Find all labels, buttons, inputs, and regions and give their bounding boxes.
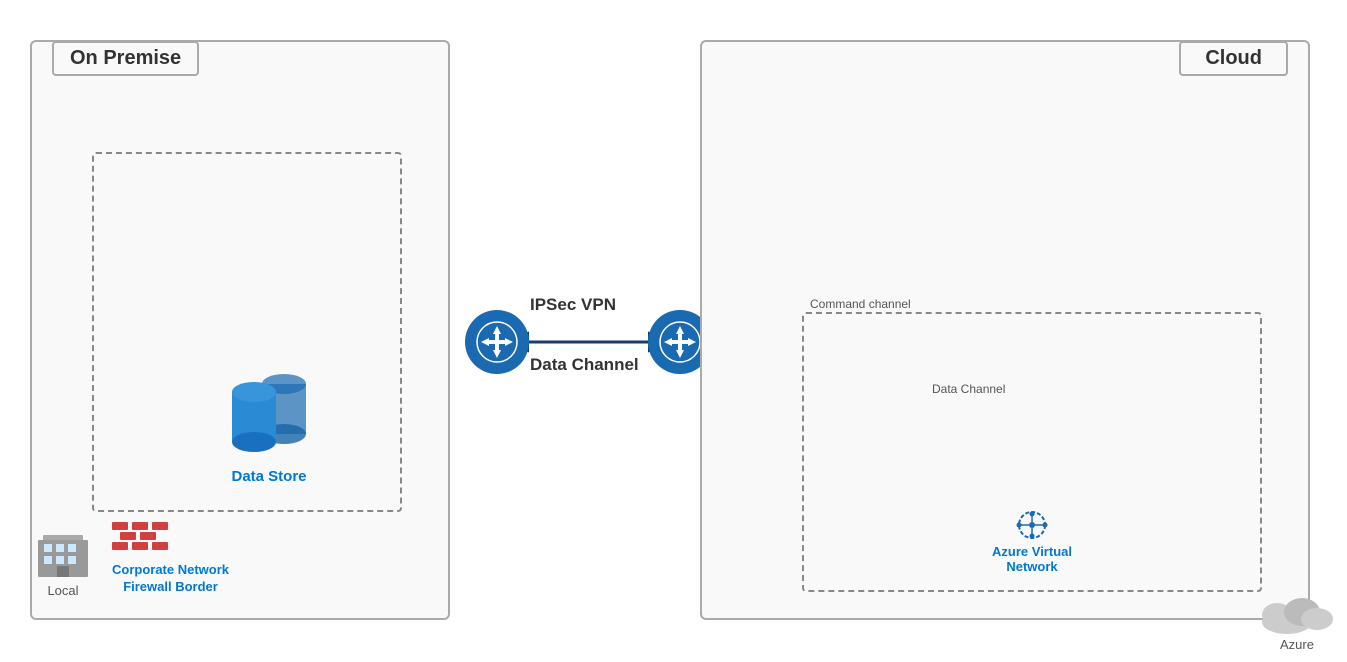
data-store-area: Data Store bbox=[214, 354, 324, 485]
building-icon bbox=[38, 520, 88, 580]
on-premise-label: On Premise bbox=[52, 41, 199, 76]
vpn-router-left bbox=[465, 310, 529, 374]
data-store-icon bbox=[214, 354, 324, 464]
data-channel-label: Data Channel bbox=[530, 355, 639, 375]
cloud-label: Cloud bbox=[1179, 41, 1288, 76]
data-store-label: Data Store bbox=[231, 468, 306, 485]
diagram-container: On Premise Data Store bbox=[0, 0, 1347, 662]
azure-cloud-icon bbox=[1257, 587, 1337, 637]
cloud-box: Cloud Data Factory bbox=[700, 40, 1310, 620]
local-building-area: Local bbox=[38, 520, 88, 598]
vnet-icon bbox=[1007, 510, 1057, 540]
azure-vnet-box: Azure Virtual Network bbox=[802, 312, 1262, 592]
router-left-icon bbox=[475, 320, 519, 364]
firewall-label: Corporate Network Firewall Border bbox=[112, 522, 229, 594]
dashed-box-onprem: Data Store bbox=[92, 152, 402, 512]
command-channel-label: Command channel bbox=[810, 297, 911, 311]
corporate-network-label: Corporate Network bbox=[112, 562, 229, 577]
firewall-border-label: Firewall Border bbox=[112, 579, 229, 594]
azure-vnet-label: Azure Virtual Network bbox=[992, 510, 1072, 574]
azure-cloud-label: Azure bbox=[1280, 637, 1314, 652]
data-channel-inner-label: Data Channel bbox=[932, 382, 1005, 396]
azure-cloud-area: Azure bbox=[1257, 587, 1337, 652]
on-premise-box: On Premise Data Store bbox=[30, 40, 450, 620]
firewall-icon bbox=[112, 522, 168, 558]
ipsec-vpn-label: IPSec VPN bbox=[530, 295, 616, 315]
router-right-icon bbox=[658, 320, 702, 364]
local-label: Local bbox=[47, 583, 78, 598]
